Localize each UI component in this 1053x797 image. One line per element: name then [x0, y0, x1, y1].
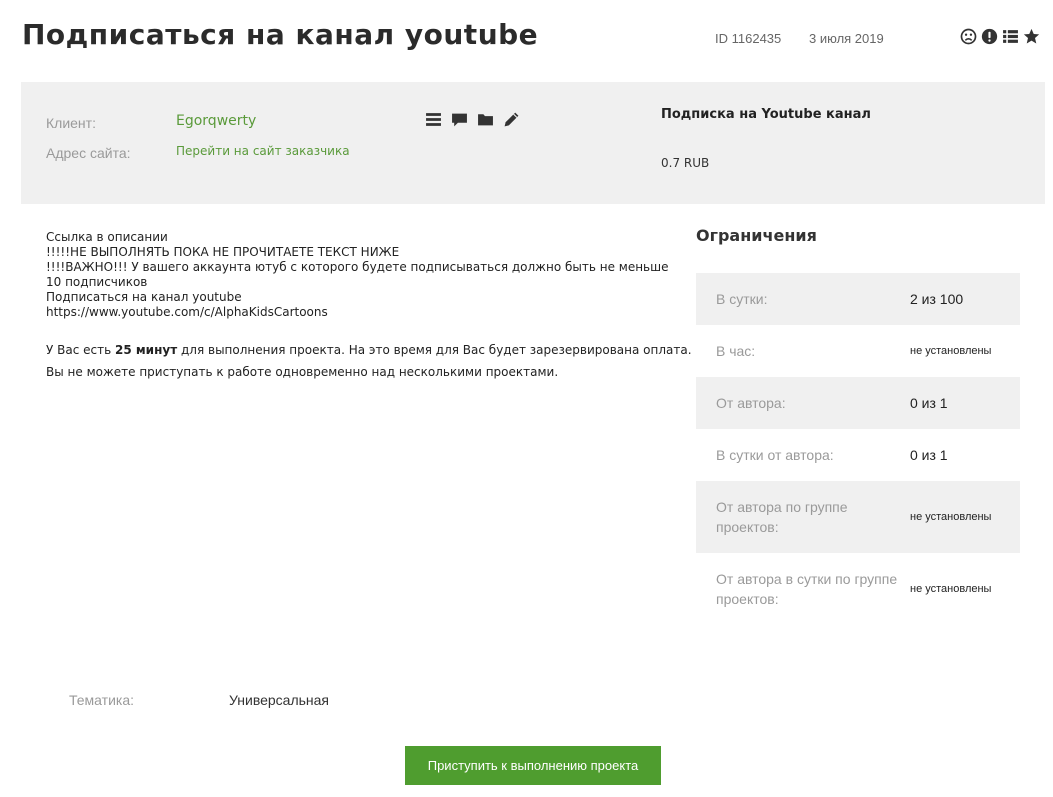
- client-info-panel: Клиент: Egorqwerty Адрес сайта: Перейти …: [21, 82, 1045, 204]
- limit-label: От автора:: [716, 395, 786, 411]
- limit-label: От автора по группе проектов:: [716, 499, 848, 535]
- limit-value: не установлены: [910, 583, 992, 595]
- topic-value: Универсальная: [229, 692, 330, 708]
- list-icon[interactable]: [1002, 28, 1019, 45]
- limits-title: Ограничения: [696, 226, 817, 245]
- customer-site-link[interactable]: Перейти на сайт заказчика: [176, 144, 350, 158]
- limits-table: В сутки: 2 из 100 В час: не установлены …: [696, 273, 1020, 625]
- time-limit-value: 25 минут: [115, 343, 178, 357]
- limit-label: От автора в сутки по группе проектов:: [716, 571, 898, 607]
- topic-label: Тематика:: [69, 692, 134, 708]
- limit-value: 0 из 1: [910, 447, 948, 463]
- description-line: Подписаться на канал youtube: [46, 290, 242, 304]
- limit-row: В час: не установлены: [696, 325, 1020, 377]
- page-title: Подписаться на канал youtube: [22, 18, 539, 51]
- limit-row: От автора в сутки по группе проектов: не…: [696, 553, 1020, 625]
- task-description: Ссылка в описании !!!!!НЕ ВЫПОЛНЯТЬ ПОКА…: [46, 230, 686, 320]
- project-id: ID 1162435: [715, 31, 782, 46]
- sad-face-icon[interactable]: [960, 28, 977, 45]
- parallel-work-notice: Вы не можете приступать к работе одновре…: [46, 365, 559, 379]
- description-line: !!!!!НЕ ВЫПОЛНЯТЬ ПОКА НЕ ПРОЧИТАЕТЕ ТЕК…: [46, 245, 400, 259]
- description-line: Ссылка в описании: [46, 230, 168, 244]
- limit-label: В сутки:: [716, 291, 768, 307]
- folder-icon[interactable]: [477, 111, 494, 128]
- limit-label: В сутки от автора:: [716, 447, 834, 463]
- client-actions: [425, 111, 520, 128]
- limit-row: От автора: 0 из 1: [696, 377, 1020, 429]
- time-limit-text: У Вас есть 25 минут для выполнения проек…: [46, 343, 692, 357]
- limit-value: не установлены: [910, 345, 992, 357]
- client-name-link[interactable]: Egorqwerty: [176, 113, 256, 129]
- limit-value: 2 из 100: [910, 291, 964, 307]
- limit-row: В сутки от автора: 0 из 1: [696, 429, 1020, 481]
- task-price: 0.7 RUB: [661, 156, 710, 170]
- task-type: Подписка на Youtube канал: [661, 107, 871, 122]
- client-label: Клиент:: [46, 115, 96, 131]
- description-line: https://www.youtube.com/c/AlphaKidsCarto…: [46, 305, 328, 319]
- exclamation-icon[interactable]: [981, 28, 998, 45]
- time-notice: У Вас есть 25 минут для выполнения проек…: [46, 343, 692, 379]
- limit-value: не установлены: [910, 511, 992, 523]
- project-date: 3 июля 2019: [809, 31, 884, 46]
- star-icon[interactable]: [1023, 28, 1040, 45]
- limit-label: В час:: [716, 343, 756, 359]
- description-line: !!!!ВАЖНО!!! У вашего аккаунта ютуб с ко…: [46, 260, 669, 289]
- header-actions: [960, 28, 1040, 45]
- start-project-button[interactable]: Приступить к выполнению проекта: [405, 746, 661, 785]
- comment-icon[interactable]: [451, 111, 468, 128]
- site-label: Адрес сайта:: [46, 145, 131, 161]
- pencil-icon[interactable]: [503, 111, 520, 128]
- limit-row: От автора по группе проектов: не установ…: [696, 481, 1020, 553]
- limit-value: 0 из 1: [910, 395, 948, 411]
- limit-row: В сутки: 2 из 100: [696, 273, 1020, 325]
- menu-icon[interactable]: [425, 111, 442, 128]
